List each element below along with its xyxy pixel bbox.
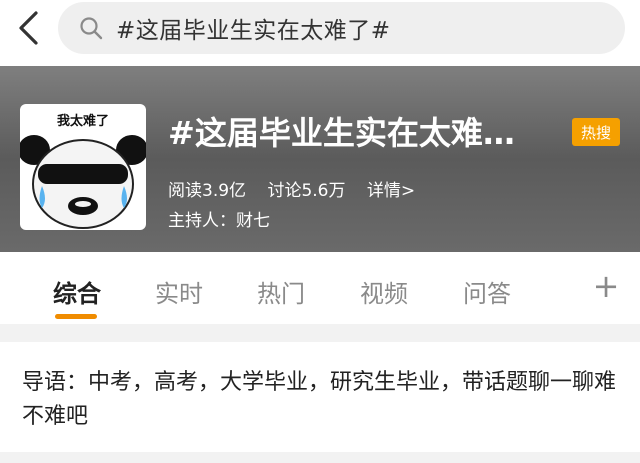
topic-avatar: 我太难了 bbox=[20, 104, 146, 230]
hot-search-badge: 热搜 bbox=[572, 118, 620, 146]
details-link[interactable]: 详情> bbox=[367, 181, 415, 201]
topic-title: #这届毕业生实在太难… bbox=[168, 114, 515, 152]
topic-header: 我太难了 #这届毕业生实在太难… 热搜 阅读3.9亿 讨论5.6万 详情> 主持… bbox=[0, 66, 640, 252]
chevron-left-icon bbox=[19, 11, 38, 45]
bottom-divider bbox=[0, 452, 640, 463]
avatar-caption: 我太难了 bbox=[56, 114, 109, 129]
discussion-count: 讨论5.6万 bbox=[267, 181, 346, 201]
search-icon bbox=[78, 15, 104, 41]
search-query: #这届毕业生实在太难了# bbox=[116, 18, 391, 44]
tab-popular[interactable]: 热门 bbox=[257, 274, 305, 309]
section-divider bbox=[0, 324, 640, 342]
tab-qa[interactable]: 问答 bbox=[463, 274, 511, 309]
topic-intro: 导语：中考，高考，大学毕业，研究生毕业，带话题聊一聊难不难吧 bbox=[22, 370, 617, 429]
back-button[interactable] bbox=[8, 8, 48, 48]
active-tab-indicator bbox=[55, 314, 97, 319]
tab-realtime[interactable]: 实时 bbox=[155, 274, 203, 309]
crying-panda-icon bbox=[20, 135, 146, 229]
add-tab-button[interactable]: + bbox=[590, 268, 622, 304]
tab-video[interactable]: 视频 bbox=[360, 274, 408, 309]
topic-host: 主持人：财七 bbox=[168, 211, 270, 231]
read-count: 阅读3.9亿 bbox=[168, 181, 247, 201]
search-input[interactable]: #这届毕业生实在太难了# bbox=[58, 2, 625, 54]
tab-comprehensive[interactable]: 综合 bbox=[53, 274, 101, 309]
tab-bar: 综合 实时 热门 视频 问答 + bbox=[0, 252, 640, 324]
topic-stats: 阅读3.9亿 讨论5.6万 详情> bbox=[168, 176, 431, 201]
search-bar: #这届毕业生实在太难了# bbox=[0, 0, 640, 66]
